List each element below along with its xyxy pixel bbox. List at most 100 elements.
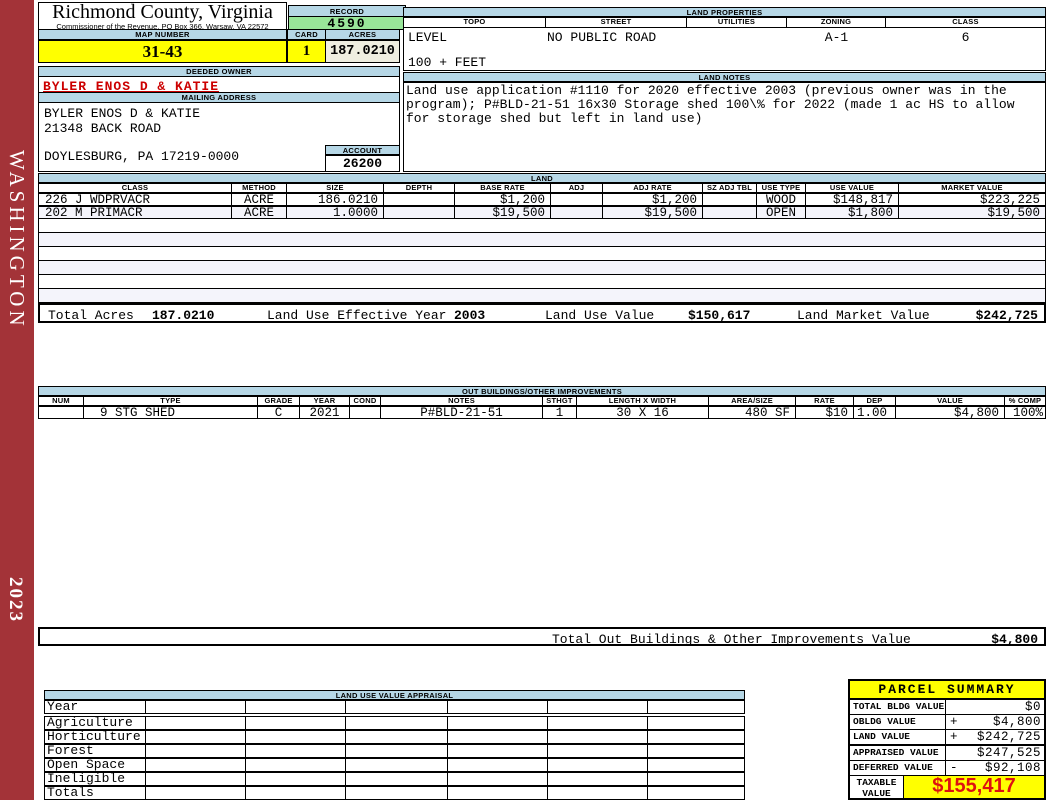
card-value: 1 xyxy=(287,40,326,63)
col-depth: DEPTH xyxy=(384,184,455,192)
col-method: METHOD xyxy=(232,184,287,192)
zoning-value: A-1 xyxy=(824,30,849,45)
mailing-city-line: DOYLESBURG, PA 17219-0000 xyxy=(44,149,240,164)
record-value: 4590 xyxy=(288,16,406,30)
sidebar-banner: WASHINGTON 2023 xyxy=(0,0,34,800)
col-market-value: MARKET VALUE xyxy=(941,184,1003,192)
summary-row-deferred: DEFERRED VALUE - $92,108 xyxy=(848,761,1046,776)
land-table-row: 202 M PRIMACR ACRE 1.0000 $19,500 $19,50… xyxy=(38,206,1046,219)
topo-value: LEVEL xyxy=(408,30,448,45)
mailing-line-2: 21348 BACK ROAD xyxy=(44,121,162,136)
col-type: TYPE xyxy=(84,397,258,405)
col-class: CLASS xyxy=(952,18,979,26)
value: $4,800 xyxy=(992,715,1041,729)
map-number-label: MAP NUMBER xyxy=(38,29,287,40)
op: - xyxy=(950,761,959,775)
land-empty-row xyxy=(38,289,1046,303)
appraisal-row-totals: Totals xyxy=(44,786,745,800)
land-notes-line-2: program); P#BLD-21-51 16x30 Storage shed… xyxy=(406,97,1015,112)
col-street: STREET xyxy=(546,18,687,27)
land-market-value-label: Land Market Value xyxy=(797,308,930,323)
land-use-value-label: Land Use Value xyxy=(545,308,655,323)
taxable-label-line2: VALUE xyxy=(862,788,891,799)
land-empty-row xyxy=(38,247,1046,261)
land-empty-row xyxy=(38,219,1046,233)
col-length-width: LENGTH X WIDTH xyxy=(577,397,709,405)
out-buildings-totals-row: Total Out Buildings & Other Improvements… xyxy=(38,627,1046,647)
acres-value: 187.0210 xyxy=(325,40,400,63)
acres-label: ACRES xyxy=(325,29,400,40)
appraisal-row-open-space: Open Space xyxy=(44,758,745,772)
effective-year-label: Land Use Effective Year xyxy=(267,308,447,323)
col-adj-rate: ADJ RATE xyxy=(603,184,703,192)
col-use-value: USE VALUE xyxy=(806,184,899,192)
out-buildings-row: 9 STG SHED C 2021 P#BLD-21-51 1 30 X 16 … xyxy=(38,406,1046,419)
summary-row-obldg: OBLDG VALUE + $4,800 xyxy=(848,715,1046,730)
county-header-box: Richmond County, Virginia Commissioner o… xyxy=(38,1,287,31)
land-empty-row xyxy=(38,233,1046,247)
op: + xyxy=(950,715,959,729)
county-title: Richmond County, Virginia xyxy=(52,1,273,23)
col-use-type: USE TYPE xyxy=(757,184,806,192)
value: $92,108 xyxy=(984,761,1041,775)
col-year: YEAR xyxy=(300,397,350,405)
col-zoning: ZONING xyxy=(787,18,886,27)
land-notes-box: Land use application #1110 for 2020 effe… xyxy=(403,82,1046,172)
summary-row-taxable: TAXABLE VALUE $155,417 xyxy=(848,776,1046,800)
total-acres-label: Total Acres xyxy=(48,308,134,323)
card-label: CARD xyxy=(287,29,326,40)
land-properties-title: LAND PROPERTIES xyxy=(403,7,1046,17)
land-notes-line-3: for storage shed but left in land use) xyxy=(406,111,703,126)
map-number-value: 31-43 xyxy=(38,40,287,63)
col-sz-adj-tbl: SZ ADJ TBL xyxy=(703,184,757,192)
deeded-owner-box: BYLER ENOS D & KATIE xyxy=(38,76,400,94)
appraisal-row-ineligible: Ineligible xyxy=(44,772,745,786)
col-notes: NOTES xyxy=(381,397,543,405)
land-use-value: $150,617 xyxy=(688,308,751,323)
col-dep: DEP xyxy=(854,397,896,405)
land-properties-body: LEVEL NO PUBLIC ROAD A-1 6 100 + FEET xyxy=(403,27,1046,71)
street-value: NO PUBLIC ROAD xyxy=(547,30,657,45)
land-notes-line-1: Land use application #1110 for 2020 effe… xyxy=(406,83,1007,98)
taxable-value: $155,417 xyxy=(904,776,1044,798)
value: $247,525 xyxy=(976,746,1041,760)
col-cond: COND xyxy=(350,397,381,405)
account-value: 26200 xyxy=(325,155,400,172)
appraisal-row-forest: Forest xyxy=(44,744,745,758)
col-pct-comp: % COMP xyxy=(1008,397,1042,405)
summary-row-appraised: APPRAISED VALUE $247,525 xyxy=(848,745,1046,761)
frontage-value: 100 + FEET xyxy=(408,55,487,70)
appraisal-row-horticulture: Horticulture xyxy=(44,730,745,744)
mailing-line-1: BYLER ENOS D & KATIE xyxy=(44,106,201,121)
out-buildings-header: NUM TYPE GRADE YEAR COND NOTES STHGT LEN… xyxy=(38,396,1046,406)
land-notes-title: LAND NOTES xyxy=(403,72,1046,82)
sidebar-county-label: WASHINGTON xyxy=(5,150,29,330)
total-acres-value: 187.0210 xyxy=(152,308,215,323)
effective-year-value: 2003 xyxy=(454,308,486,323)
out-buildings-total-value: $4,800 xyxy=(991,632,1038,647)
parcel-summary-title: PARCEL SUMMARY xyxy=(848,679,1046,700)
col-topo: TOPO xyxy=(404,18,546,27)
appraisal-row-year: Year xyxy=(44,700,745,714)
col-sthgt: STHGT xyxy=(543,397,577,405)
col-area-size: AREA/SIZE xyxy=(709,397,796,405)
value: $242,725 xyxy=(976,730,1041,744)
land-market-value: $242,725 xyxy=(975,308,1038,323)
property-record-card: WASHINGTON 2023 Richmond County, Virgini… xyxy=(0,0,1050,800)
taxable-label-line1: TAXABLE xyxy=(856,777,897,788)
col-size: SIZE xyxy=(287,184,384,192)
col-class: CLASS xyxy=(39,184,232,192)
col-adj: ADJ xyxy=(551,184,603,192)
land-empty-row xyxy=(38,261,1046,275)
land-table-header: CLASS METHOD SIZE DEPTH BASE RATE ADJ AD… xyxy=(38,183,1046,193)
appraisal-row-agriculture: Agriculture xyxy=(44,716,745,730)
land-use-appraisal-title: LAND USE VALUE APPRAISAL xyxy=(44,690,745,700)
col-rate: RATE xyxy=(796,397,854,405)
col-value: VALUE xyxy=(896,397,1005,405)
out-buildings-title: OUT BUILDINGS/OTHER IMPROVEMENTS xyxy=(38,386,1046,396)
op: + xyxy=(950,730,959,744)
class-value: 6 xyxy=(961,30,970,45)
col-base-rate: BASE RATE xyxy=(455,184,551,192)
col-grade: GRADE xyxy=(258,397,300,405)
land-table-title: LAND xyxy=(38,173,1046,183)
